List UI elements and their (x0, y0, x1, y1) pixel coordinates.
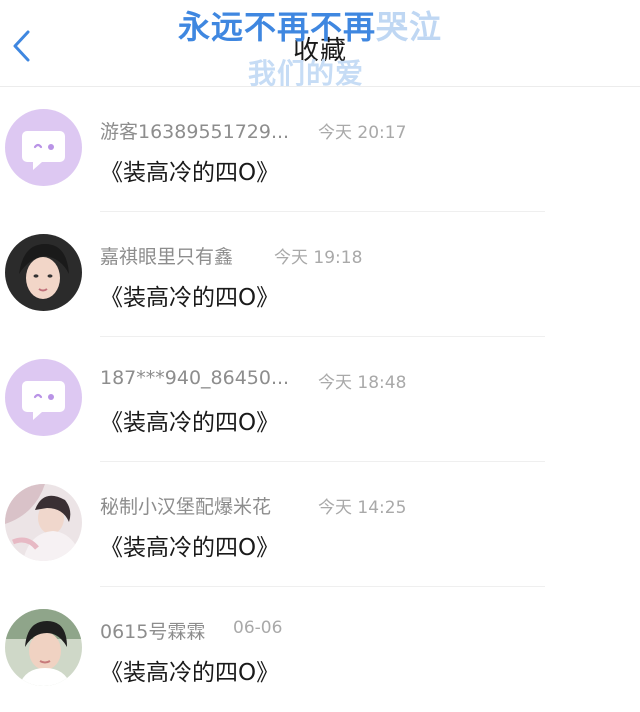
list-item[interactable]: 游客16389551729... 今天 20:17 《装高冷的四O》 (0, 87, 640, 212)
list-item[interactable]: 嘉祺眼里只有鑫 今天 19:18 《装高冷的四O》 (0, 212, 640, 337)
overlay-text-line1: 永远不再不再哭泣 (178, 2, 442, 48)
timestamp: 今天 19:18 (274, 248, 363, 268)
timestamp: 今天 18:48 (318, 373, 407, 393)
overlay-text-faded: 哭泣 (376, 8, 443, 46)
user-name[interactable]: 嘉祺眼里只有鑫 (100, 242, 233, 269)
user-name[interactable]: 游客16389551729... (100, 117, 289, 144)
list-item[interactable]: 187***940_86450... 今天 18:48 《装高冷的四O》 (0, 337, 640, 462)
timestamp: 今天 14:25 (318, 498, 407, 518)
timestamp: 今天 20:17 (318, 123, 407, 143)
user-photo-icon (5, 484, 82, 561)
user-name[interactable]: 秘制小汉堡配爆米花 (100, 492, 271, 519)
user-photo-icon (5, 609, 82, 686)
user-name[interactable]: 0615号霖霖 (100, 617, 205, 644)
user-photo-icon (5, 234, 82, 311)
overlay-text-line2: 我们的爱 (248, 57, 365, 90)
favorites-list: 游客16389551729... 今天 20:17 《装高冷的四O》 嘉祺眼里只… (0, 87, 640, 712)
avatar[interactable] (5, 359, 82, 436)
avatar[interactable] (5, 484, 82, 561)
chat-bubble-icon (22, 131, 65, 170)
list-item[interactable]: 0615号霖霖 06-06 《装高冷的四O》 (0, 587, 640, 712)
list-item[interactable]: 秘制小汉堡配爆米花 今天 14:25 《装高冷的四O》 (0, 462, 640, 587)
timestamp: 06-06 (233, 618, 283, 638)
user-name[interactable]: 187***940_86450... (100, 367, 289, 389)
chat-bubble-icon (22, 381, 65, 420)
novel-title[interactable]: 《装高冷的四O》 (100, 403, 279, 437)
avatar[interactable] (5, 109, 82, 186)
overlay-text-strong: 永远不再不再 (178, 8, 377, 46)
app-header: 收藏 永远不再不再哭泣 我们的爱 (0, 0, 640, 90)
avatar[interactable] (5, 609, 82, 686)
avatar[interactable] (5, 234, 82, 311)
novel-title[interactable]: 《装高冷的四O》 (100, 153, 279, 187)
novel-title[interactable]: 《装高冷的四O》 (100, 528, 279, 562)
novel-title[interactable]: 《装高冷的四O》 (100, 278, 279, 312)
novel-title[interactable]: 《装高冷的四O》 (100, 653, 279, 687)
